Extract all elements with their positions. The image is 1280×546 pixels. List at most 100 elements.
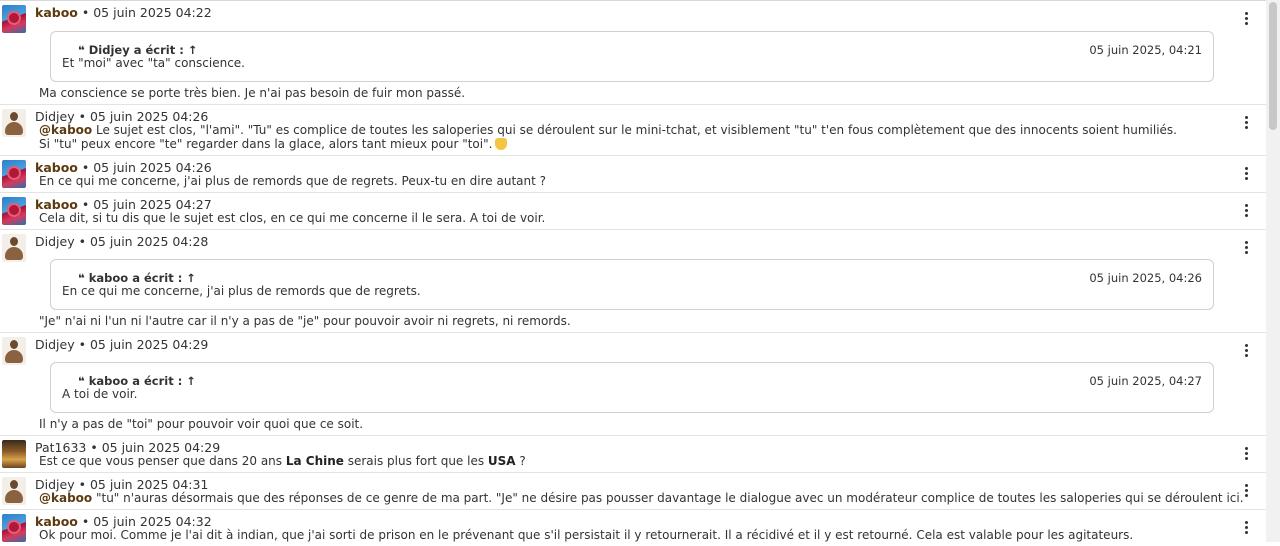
separator-dot: • [78, 337, 86, 352]
message-text: En ce qui me concerne, j'ai plus de remo… [39, 174, 547, 188]
message-date: 05 juin 2025 04:29 [89, 337, 209, 352]
message-date: 05 juin 2025 04:22 [93, 5, 212, 20]
message-meta: kaboo • 05 juin 2025 04:32 [35, 514, 212, 529]
author-name[interactable]: kaboo [35, 160, 78, 175]
quote-icon: ❝ [78, 374, 89, 388]
message-date: 05 juin 2025 04:32 [93, 514, 212, 529]
message-date: 05 juin 2025 04:27 [93, 197, 212, 212]
message-meta: Pat1633 • 05 juin 2025 04:29 [35, 440, 220, 455]
author-name[interactable]: Didjey [35, 234, 75, 249]
chat-message: Didjey • 05 juin 2025 04:31 @kaboo "tu" … [0, 473, 1266, 510]
avatar-didjey[interactable] [2, 337, 26, 365]
author-name[interactable]: Pat1633 [35, 440, 86, 455]
chat-message: kaboo • 05 juin 2025 04:27 Cela dit, si … [0, 193, 1266, 230]
quote-date: 05 juin 2025, 04:26 [1089, 271, 1202, 285]
separator-dot: • [78, 109, 86, 124]
message-text: Il n'y a pas de "toi" pour pouvoir voir … [39, 417, 364, 431]
message-line: "tu" n'auras désormais que des réponses … [92, 491, 1244, 505]
message-text: Ma conscience se porte très bien. Je n'a… [39, 86, 466, 100]
message-date: 05 juin 2025 04:29 [101, 440, 221, 455]
mention-link[interactable]: @kaboo [39, 491, 92, 505]
chat-message: Didjey • 05 juin 2025 04:29 ❝ kaboo a éc… [0, 333, 1266, 436]
quote-header[interactable]: ❝ kaboo a écrit : ↑ [78, 271, 196, 285]
message-text: Ok pour moi. Comme je l'ai dit à indian,… [39, 528, 1134, 542]
quote-text: En ce qui me concerne, j'ai plus de remo… [62, 284, 421, 298]
message-line: ? [515, 454, 526, 468]
quote-header[interactable]: ❝ kaboo a écrit : ↑ [78, 374, 196, 388]
message-line: Si "tu" peux encore "te" regarder dans l… [39, 137, 493, 151]
message-text: "Je" n'ai ni l'un ni l'autre car il n'y … [39, 314, 571, 328]
quote-header[interactable]: ❝ Didjey a écrit : ↑ [78, 43, 197, 57]
separator-dot: • [90, 440, 98, 455]
chat-message: Didjey • 05 juin 2025 04:28 ❝ kaboo a éc… [0, 230, 1266, 333]
chat-message: Didjey • 05 juin 2025 04:26 @kaboo Le su… [0, 105, 1266, 156]
author-name[interactable]: Didjey [35, 477, 75, 492]
kebab-menu-icon[interactable] [1245, 447, 1249, 461]
avatar-didjey[interactable] [2, 234, 26, 262]
message-line: Le sujet est clos, "l'ami". "Tu" es comp… [92, 123, 1177, 137]
chat-message: Pat1633 • 05 juin 2025 04:29 Est ce que … [0, 436, 1266, 473]
kebab-menu-icon[interactable] [1245, 241, 1249, 255]
kebab-menu-icon[interactable] [1245, 204, 1249, 218]
message-date: 05 juin 2025 04:26 [93, 160, 212, 175]
kebab-menu-icon[interactable] [1245, 116, 1249, 130]
chat-message: kaboo • 05 juin 2025 04:32 Ok pour moi. … [0, 510, 1266, 546]
avatar-didjey[interactable] [2, 477, 26, 505]
separator-dot: • [81, 514, 90, 529]
scrollbar[interactable] [1266, 0, 1280, 542]
avatar-kaboo[interactable] [2, 160, 26, 188]
kebab-menu-icon[interactable] [1245, 521, 1249, 535]
separator-dot: • [78, 477, 86, 492]
author-name[interactable]: kaboo [35, 5, 78, 20]
message-meta: kaboo • 05 juin 2025 04:26 [35, 160, 212, 175]
thumbs-up-emoji-icon [495, 138, 508, 150]
message-text: Cela dit, si tu dis que le sujet est clo… [39, 211, 546, 225]
message-date: 05 juin 2025 04:26 [89, 109, 209, 124]
quote-text: Et "moi" avec "ta" conscience. [62, 56, 245, 70]
message-meta: Didjey • 05 juin 2025 04:29 [35, 337, 208, 352]
mention-link[interactable]: @kaboo [39, 123, 92, 137]
message-text: Est ce que vous penser que dans 20 ans L… [39, 454, 526, 468]
message-text: Si "tu" peux encore "te" regarder dans l… [39, 137, 508, 151]
author-name[interactable]: kaboo [35, 197, 78, 212]
scrollbar-thumb[interactable] [1269, 2, 1277, 130]
quote-date: 05 juin 2025, 04:27 [1089, 374, 1202, 388]
chat-message: kaboo • 05 juin 2025 04:22 ❝ Didjey a éc… [0, 1, 1266, 105]
message-meta: Didjey • 05 juin 2025 04:31 [35, 477, 208, 492]
author-name[interactable]: Didjey [35, 109, 75, 124]
quote-text: A toi de voir. [62, 387, 138, 401]
quote-icon: ❝ [78, 43, 89, 57]
author-name[interactable]: Didjey [35, 337, 75, 352]
quote-box: ❝ kaboo a écrit : ↑ 05 juin 2025, 04:26 … [50, 259, 1214, 310]
message-date: 05 juin 2025 04:31 [89, 477, 209, 492]
avatar-didjey[interactable] [2, 109, 26, 137]
separator-dot: • [81, 160, 90, 175]
message-line: Est ce que vous penser que dans 20 ans [39, 454, 286, 468]
avatar-kaboo[interactable] [2, 5, 26, 33]
message-text: @kaboo "tu" n'auras désormais que des ré… [39, 491, 1244, 505]
message-meta: kaboo • 05 juin 2025 04:27 [35, 197, 212, 212]
message-line: serais plus fort que les [343, 454, 488, 468]
kebab-menu-icon[interactable] [1245, 167, 1249, 181]
quote-box: ❝ Didjey a écrit : ↑ 05 juin 2025, 04:21… [50, 31, 1214, 82]
author-name[interactable]: kaboo [35, 514, 78, 529]
kebab-menu-icon[interactable] [1245, 344, 1249, 358]
separator-dot: • [81, 5, 90, 20]
message-text: @kaboo Le sujet est clos, "l'ami". "Tu" … [39, 123, 1177, 137]
separator-dot: • [81, 197, 90, 212]
quote-icon: ❝ [78, 271, 89, 285]
kebab-menu-icon[interactable] [1245, 484, 1249, 498]
message-date: 05 juin 2025 04:28 [89, 234, 209, 249]
chat-log: kaboo • 05 juin 2025 04:22 ❝ Didjey a éc… [0, 1, 1266, 546]
message-meta: Didjey • 05 juin 2025 04:28 [35, 234, 208, 249]
kebab-menu-icon[interactable] [1245, 12, 1249, 26]
avatar-pat1633[interactable] [2, 440, 26, 468]
separator-dot: • [78, 234, 86, 249]
quote-date: 05 juin 2025, 04:21 [1089, 43, 1202, 57]
bold-text: USA [487, 454, 516, 468]
message-meta: Didjey • 05 juin 2025 04:26 [35, 109, 208, 124]
avatar-kaboo[interactable] [2, 514, 26, 542]
avatar-kaboo[interactable] [2, 197, 26, 225]
chat-message: kaboo • 05 juin 2025 04:26 En ce qui me … [0, 156, 1266, 193]
message-meta: kaboo • 05 juin 2025 04:22 [35, 5, 212, 20]
